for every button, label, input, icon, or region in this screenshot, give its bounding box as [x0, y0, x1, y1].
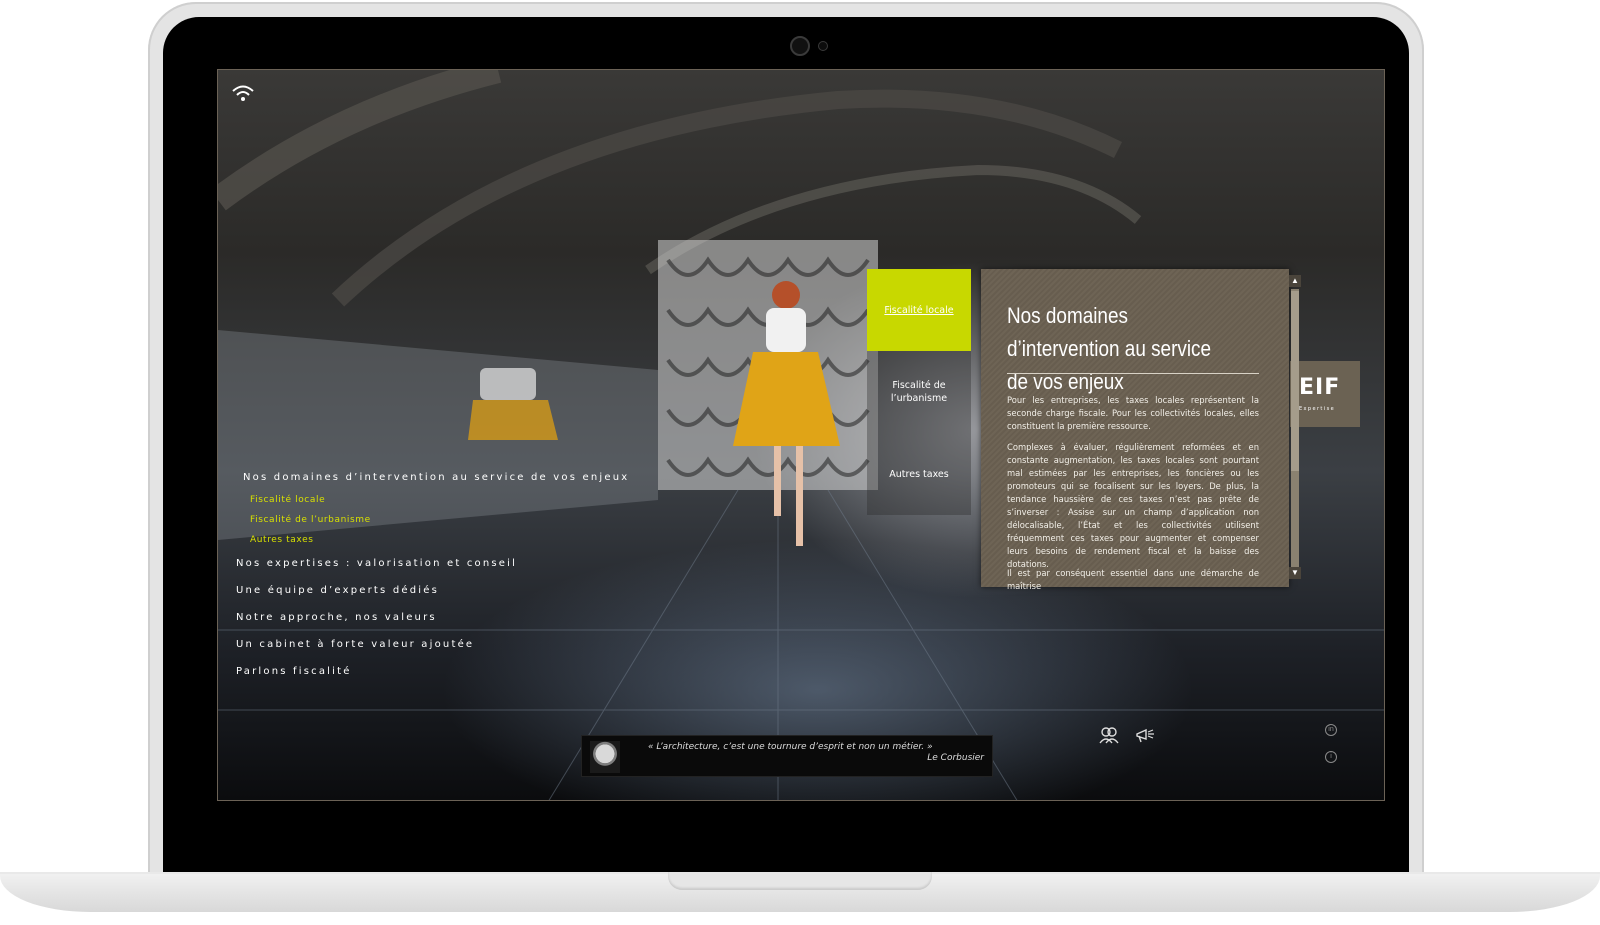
tab-label: Fiscalité locale: [884, 304, 954, 316]
divider: [1007, 373, 1259, 374]
team-icon[interactable]: [1098, 726, 1120, 744]
logo-tagline: Expertise: [1299, 406, 1336, 412]
linkedin-icon[interactable]: in: [1325, 724, 1337, 736]
tab-label: Fiscalité de l’urbanisme: [890, 380, 948, 404]
nav-item-equipe[interactable]: Une équipe d’experts dédiés: [236, 585, 439, 596]
nav-item-expertises[interactable]: Nos expertises : valorisation et conseil: [236, 558, 517, 569]
laptop-notch: [668, 872, 932, 890]
tab-fiscalite-urbanisme[interactable]: Fiscalité de l’urbanisme: [867, 351, 971, 433]
scroll-up-button[interactable]: ▲: [1289, 275, 1301, 287]
camera-sensor: [818, 41, 828, 51]
panel-paragraph: Pour les entreprises, les taxes locales …: [1007, 395, 1259, 431]
logo-name: EIF: [1299, 375, 1341, 400]
nav-item-cabinet[interactable]: Un cabinet à forte valeur ajoutée: [236, 639, 474, 650]
quote-text: « L’architecture, c’est une tournure d’e…: [648, 742, 933, 752]
nav-item-domaines[interactable]: Nos domaines d’intervention au service d…: [243, 472, 629, 483]
nav-item-parlons-fiscalite[interactable]: Parlons fiscalité: [236, 666, 352, 677]
quote-bar: « L’architecture, c’est une tournure d’e…: [581, 735, 993, 777]
app-screen: Nos domaines d’intervention au service d…: [217, 69, 1385, 801]
nav-subitem-fiscalite-locale[interactable]: Fiscalité locale: [250, 495, 325, 505]
wifi-icon: [232, 85, 254, 101]
megaphone-icon[interactable]: [1134, 726, 1156, 744]
portrait-image: [590, 741, 620, 773]
content-panel: Nos domaines d’intervention au service d…: [981, 269, 1289, 591]
panel-title: Nos domaines d’intervention au service d…: [1007, 303, 1212, 394]
info-icon[interactable]: i: [1325, 751, 1337, 763]
camera-icon: [790, 36, 810, 56]
nav-subitem-fiscalite-urbanisme[interactable]: Fiscalité de l’urbanisme: [250, 515, 371, 525]
panel-paragraph: Il est par conséquent essentiel dans une…: [1007, 568, 1259, 591]
nav-subitem-autres-taxes[interactable]: Autres taxes: [250, 535, 314, 545]
tab-label: Autres taxes: [889, 468, 949, 480]
panel-scrollbar[interactable]: ▲ ▼: [1289, 275, 1301, 579]
scroll-thumb[interactable]: [1291, 291, 1299, 471]
tab-fiscalite-locale[interactable]: Fiscalité locale: [867, 269, 971, 351]
tab-autres-taxes[interactable]: Autres taxes: [867, 433, 971, 515]
scroll-down-button[interactable]: ▼: [1289, 567, 1301, 579]
nav-item-approche[interactable]: Notre approche, nos valeurs: [236, 612, 437, 623]
quote-author: Le Corbusier: [927, 753, 984, 763]
panel-paragraph: Complexes à évaluer, régulièrement refor…: [1007, 442, 1259, 569]
